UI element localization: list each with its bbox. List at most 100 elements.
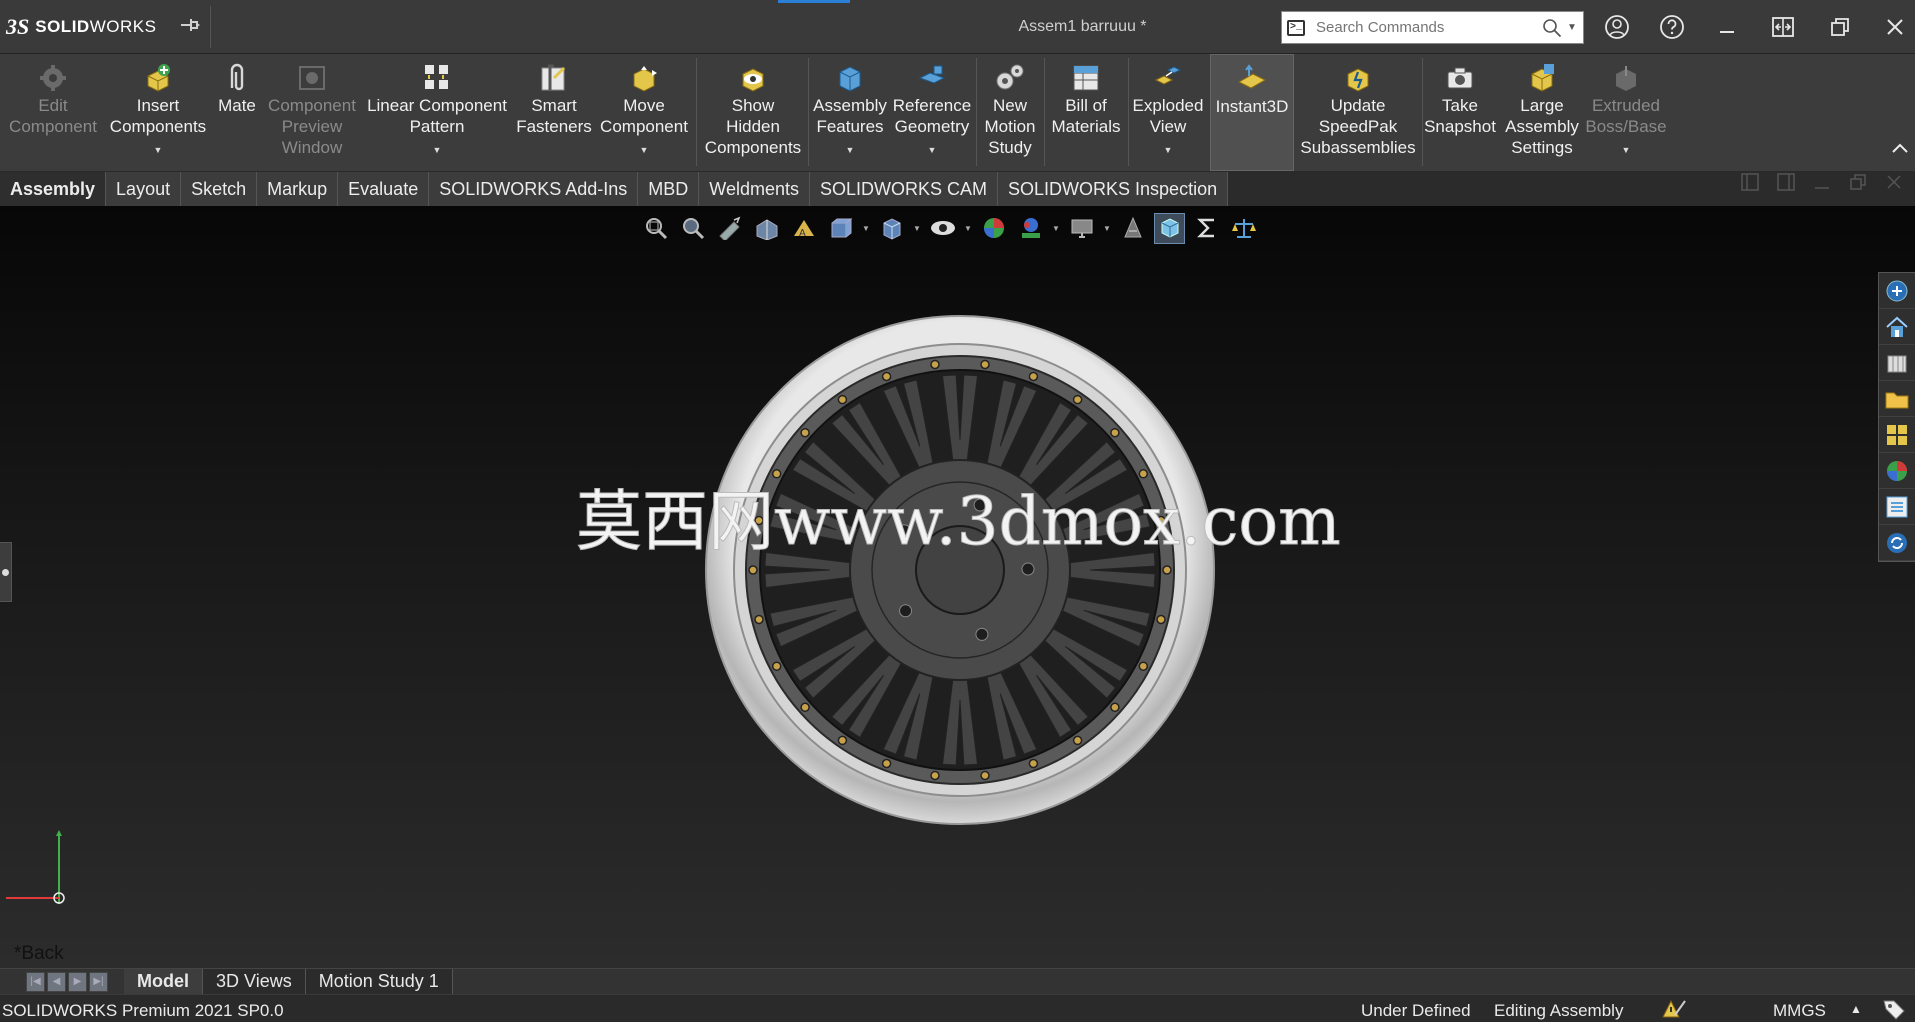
minimize-icon[interactable] <box>1710 10 1744 44</box>
move-component-button[interactable]: Move Component ▼ <box>594 54 694 171</box>
assembly-features-button[interactable]: Assembly Features ▼ <box>810 54 890 171</box>
tab-evaluate[interactable]: Evaluate <box>338 172 430 207</box>
assembly-features-chevron-down-icon[interactable]: ▼ <box>846 139 855 162</box>
exploded-view-chevron-down-icon[interactable]: ▼ <box>1164 139 1173 162</box>
search-icon[interactable] <box>1537 12 1567 43</box>
units-chevron-up-icon[interactable]: ▲ <box>1850 1002 1862 1016</box>
first-tab-icon[interactable]: |◀ <box>26 971 45 992</box>
tab-weldments[interactable]: Weldments <box>699 172 810 207</box>
units-system[interactable]: MMGS <box>1773 1001 1826 1021</box>
doc-minimize-icon[interactable] <box>1813 173 1831 196</box>
graphics-area[interactable]: A ▼ ▼ ▼ ▼ ▼ 莫西网www.3dmox.com *Back <box>0 206 1915 968</box>
tab-sketch[interactable]: Sketch <box>181 172 258 207</box>
command-prompt-icon: >_ <box>1282 12 1310 43</box>
tile-windows-icon[interactable] <box>1766 10 1800 44</box>
insert-components-label-2: Components <box>109 117 207 136</box>
search-options-chevron-icon[interactable]: ▼ <box>1567 22 1583 33</box>
insert-components-chevron-down-icon[interactable]: ▼ <box>154 139 163 162</box>
wheel-geometry <box>705 315 1215 825</box>
instant3d-button[interactable]: Instant3D <box>1210 54 1294 171</box>
command-group-separator <box>976 58 977 166</box>
search-commands-box[interactable]: >_ ▼ <box>1281 11 1584 44</box>
instant3d-label: Instant3D <box>1215 97 1289 116</box>
tab-markup[interactable]: Markup <box>257 172 339 207</box>
tag-icon[interactable] <box>1880 997 1908 1022</box>
bill-of-materials-button[interactable]: Bill of Materials <box>1046 54 1126 171</box>
doc-close-icon[interactable] <box>1885 173 1903 196</box>
wheel-rim-bolt <box>1072 394 1083 405</box>
last-tab-icon[interactable]: ▶| <box>89 971 108 992</box>
wheel-rim-bolt <box>748 565 758 575</box>
tab-solidworks-cam[interactable]: SOLIDWORKS CAM <box>810 172 999 207</box>
linear-pattern-label-2: Pattern <box>409 117 465 136</box>
wheel-rim-bolt <box>1138 661 1149 671</box>
dock-left-icon[interactable] <box>1741 173 1759 196</box>
move-component-chevron-down-icon[interactable]: ▼ <box>640 139 649 162</box>
editing-mode: Editing Assembly <box>1494 1001 1624 1020</box>
speedpak-icon <box>1341 60 1375 96</box>
component-preview-label-1: Component <box>268 96 356 115</box>
wheel-rim-bolt <box>881 371 892 382</box>
command-group-separator <box>808 58 809 166</box>
update-speedpak-button[interactable]: Update SpeedPak Subassemblies <box>1296 54 1420 171</box>
previous-tab-icon[interactable]: ◀ <box>47 971 66 992</box>
wheel-rim-bolt <box>754 614 764 625</box>
wheel-rim-bolt <box>837 735 848 746</box>
restore-icon[interactable] <box>1823 10 1857 44</box>
close-icon[interactable] <box>1878 10 1912 44</box>
take-snapshot-label-2: Snapshot <box>1424 117 1496 136</box>
solidworks-window: 3S SOLIDWORKS Assem1 barruuu * >_ ▼ <box>0 0 1915 1022</box>
tab-solidworks-inspection[interactable]: SOLIDWORKS Inspection <box>998 172 1229 207</box>
definition-status: Under Defined <box>1361 1001 1471 1020</box>
speedpak-label-2: SpeedPak <box>1318 117 1398 136</box>
linear-pattern-icon <box>420 60 454 96</box>
tab-layout[interactable]: Layout <box>106 172 182 207</box>
exploded-view-button[interactable]: Exploded View ▼ <box>1130 54 1206 171</box>
smart-fasteners-button[interactable]: Smart Fasteners <box>514 54 594 171</box>
reference-geometry-button[interactable]: Reference Geometry ▼ <box>890 54 974 171</box>
insert-components-button[interactable]: Insert Components ▼ <box>106 54 210 171</box>
wheel-rim-bolt <box>980 770 990 781</box>
search-input[interactable] <box>1310 19 1537 36</box>
speedpak-label-1: Update <box>1330 96 1386 115</box>
tab-assembly[interactable]: Assembly <box>0 172 107 207</box>
command-group-separator <box>696 58 697 166</box>
tab-motion-study-1[interactable]: Motion Study 1 <box>305 968 453 995</box>
wheel-rim-bolt <box>800 427 810 438</box>
document-window-controls <box>1741 173 1915 196</box>
tab-mbd[interactable]: MBD <box>638 172 700 207</box>
extruded-boss-base-button[interactable]: Extruded Boss/Base ▼ <box>1585 54 1667 171</box>
show-hidden-components-button[interactable]: Show Hidden Components <box>698 54 808 171</box>
assembly-features-icon <box>833 60 867 96</box>
rebuild-status-icon[interactable] <box>1659 995 1691 1022</box>
wheel-rim-bolt <box>980 359 990 370</box>
edit-component-button[interactable]: Edit Component <box>0 54 106 171</box>
collapse-ribbon-chevron-up-icon[interactable] <box>1891 138 1909 159</box>
wheel-model[interactable] <box>0 206 1915 968</box>
new-motion-study-button[interactable]: New Motion Study <box>978 54 1042 171</box>
dock-right-icon[interactable] <box>1777 173 1795 196</box>
next-tab-icon[interactable]: ▶ <box>68 971 87 992</box>
command-manager-tabs: Assembly Layout Sketch Markup Evaluate S… <box>0 171 1915 207</box>
show-hidden-label-3: Components <box>704 138 802 157</box>
tab-3d-views[interactable]: 3D Views <box>203 968 306 995</box>
linear-component-pattern-button[interactable]: Linear Component Pattern ▼ <box>360 54 514 171</box>
extruded-boss-chevron-down-icon[interactable]: ▼ <box>1622 139 1631 162</box>
tab-solidworks-add-ins[interactable]: SOLIDWORKS Add-Ins <box>429 172 639 207</box>
command-group-separator <box>1422 58 1423 166</box>
large-assembly-settings-button[interactable]: Large Assembly Settings <box>1496 54 1588 171</box>
component-preview-window-button[interactable]: Component Preview Window <box>264 54 360 171</box>
edit-component-label-2: Component <box>9 117 97 136</box>
tab-model[interactable]: Model <box>124 968 203 995</box>
reference-geometry-chevron-down-icon[interactable]: ▼ <box>928 139 937 162</box>
user-account-icon[interactable] <box>1600 10 1634 44</box>
exploded-view-label-1: Exploded <box>1132 96 1204 115</box>
component-preview-icon <box>295 60 329 96</box>
mate-button[interactable]: Mate <box>210 54 264 171</box>
status-bar: SOLIDWORKS Premium 2021 SP0.0 Under Defi… <box>0 994 1915 1022</box>
motion-study-label-2: Motion <box>984 117 1036 136</box>
linear-pattern-chevron-down-icon[interactable]: ▼ <box>433 139 442 162</box>
doc-restore-icon[interactable] <box>1849 173 1867 196</box>
take-snapshot-button[interactable]: Take Snapshot <box>1424 54 1496 171</box>
help-icon[interactable] <box>1655 10 1689 44</box>
